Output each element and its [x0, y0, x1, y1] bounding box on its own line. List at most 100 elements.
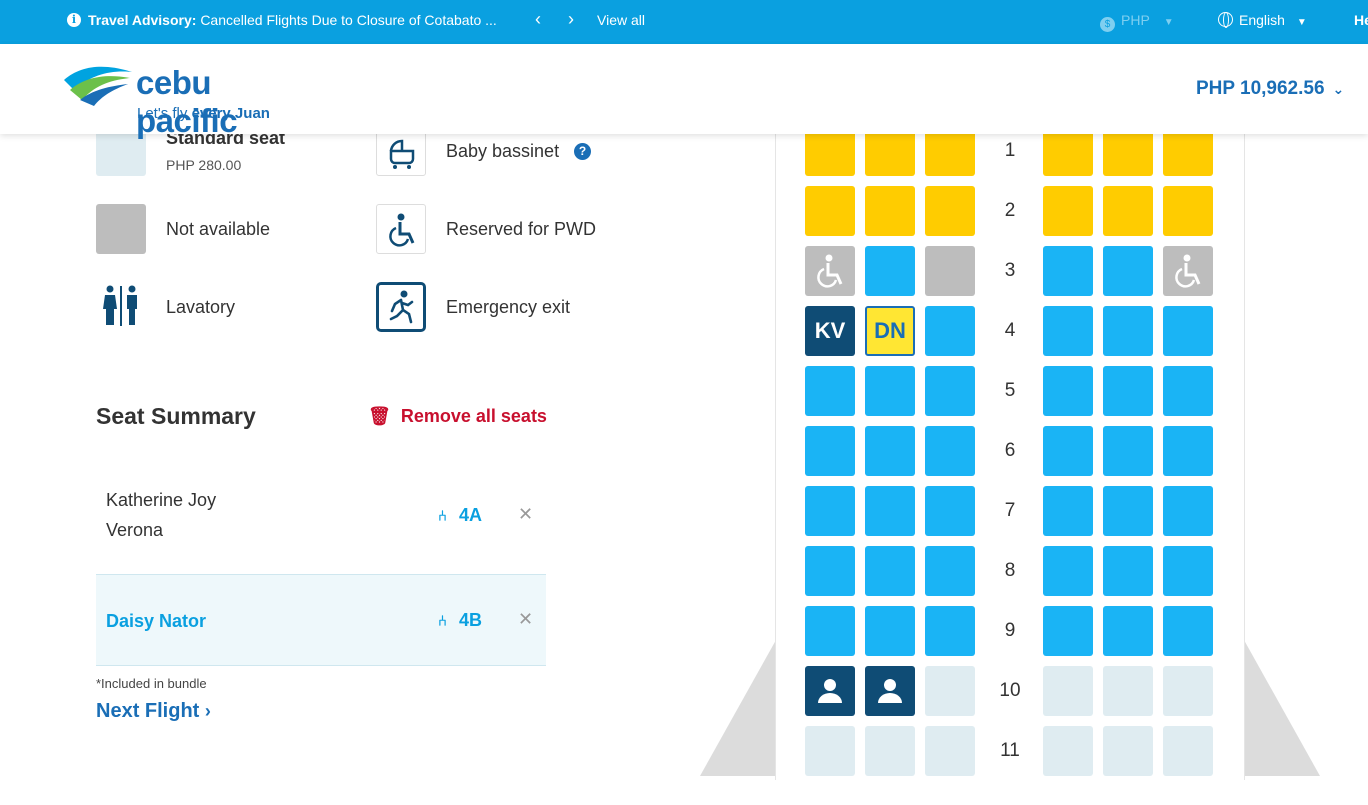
passenger-row[interactable]: Katherine Joy Verona ⑃ 4A ✕ [96, 470, 546, 574]
seat-4A[interactable]: KV [805, 306, 855, 356]
seat-7B[interactable] [865, 486, 915, 536]
seat-7E[interactable] [1103, 486, 1153, 536]
next-flight-label: Next Flight [96, 700, 200, 722]
seat-icon: ⑃ [438, 613, 448, 630]
seat-9B[interactable] [865, 606, 915, 656]
help-icon[interactable]: ? [574, 143, 591, 160]
tagline-bold: every Juan [191, 105, 270, 122]
seat-3B[interactable] [865, 246, 915, 296]
cebu-pacific-logo[interactable]: cebu pacific Let's fly every Juan [62, 54, 302, 139]
pwd-label: Reserved for PWD [446, 219, 597, 239]
remove-all-label: Remove all seats [400, 406, 547, 426]
passenger-name: Daisy Nator [106, 611, 207, 631]
seat-5E[interactable] [1103, 366, 1153, 416]
row-number: 11 [1000, 740, 1020, 761]
row-number: 6 [1004, 440, 1016, 461]
remove-all-seats-button[interactable]: 🗑 Remove all seats [368, 406, 547, 427]
row-number: 4 [1004, 320, 1016, 341]
seat-7D[interactable] [1043, 486, 1093, 536]
seat-5A[interactable] [805, 366, 855, 416]
chevron-left-icon[interactable]: ‹ [535, 9, 541, 30]
row-number: 2 [1004, 200, 1016, 221]
advisory-label: Travel Advisory: [88, 12, 197, 28]
seat-7A[interactable] [805, 486, 855, 536]
remove-seat-button[interactable]: ✕ [518, 609, 533, 630]
total-amount: PHP 10,962.56 [1196, 78, 1325, 99]
seat-11E[interactable] [1103, 726, 1153, 776]
row-number: 3 [1004, 260, 1016, 281]
seat-4E[interactable] [1103, 306, 1153, 356]
seat-4C[interactable] [925, 306, 975, 356]
seat-10F[interactable] [1163, 666, 1213, 716]
view-all-link[interactable]: View all [597, 12, 645, 28]
seat-9F[interactable] [1163, 606, 1213, 656]
seat-11B[interactable] [865, 726, 915, 776]
seat-6C[interactable] [925, 426, 975, 476]
seat-8C[interactable] [925, 546, 975, 596]
language-selector[interactable]: English ▼ [1218, 12, 1307, 28]
seat-6E[interactable] [1103, 426, 1153, 476]
seat-6A[interactable] [805, 426, 855, 476]
seat-10D[interactable] [1043, 666, 1093, 716]
seat-occupied-10A [805, 666, 855, 716]
seat-2F[interactable] [1163, 186, 1213, 236]
row-number: 1 [1004, 140, 1016, 161]
next-flight-link[interactable]: Next Flight › [96, 700, 211, 723]
language-label: English [1239, 12, 1285, 28]
exit-label: Emergency exit [446, 297, 571, 317]
currency-selector[interactable]: $ PHP ▼ [1100, 12, 1174, 32]
seat-11A[interactable] [805, 726, 855, 776]
seat-3C [925, 246, 975, 296]
seat-4D[interactable] [1043, 306, 1093, 356]
help-link[interactable]: He [1354, 12, 1368, 28]
seat-8D[interactable] [1043, 546, 1093, 596]
passenger-seat: ⑃ 4A [438, 505, 482, 526]
seat-5C[interactable] [925, 366, 975, 416]
seat-11D[interactable] [1043, 726, 1093, 776]
seat-9C[interactable] [925, 606, 975, 656]
seat-6B[interactable] [865, 426, 915, 476]
seat-11C[interactable] [925, 726, 975, 776]
emergency-exit-icon [376, 282, 426, 332]
seat-2A[interactable] [805, 186, 855, 236]
row-number: 10 [999, 680, 1021, 701]
seat-5F[interactable] [1163, 366, 1213, 416]
seat-2C[interactable] [925, 186, 975, 236]
seat-10C[interactable] [925, 666, 975, 716]
seat-6D[interactable] [1043, 426, 1093, 476]
seat-9D[interactable] [1043, 606, 1093, 656]
seat-10E[interactable] [1103, 666, 1153, 716]
seat-5D[interactable] [1043, 366, 1093, 416]
seat-9E[interactable] [1103, 606, 1153, 656]
seat-8A[interactable] [805, 546, 855, 596]
seat-5B[interactable] [865, 366, 915, 416]
advisory-link[interactable]: Travel Advisory: Cancelled Flights Due t… [88, 12, 497, 28]
remove-seat-button[interactable]: ✕ [518, 504, 533, 525]
booking-total[interactable]: PHP 10,962.56 ⌄ [1196, 78, 1344, 100]
seat-number: 4A [459, 505, 483, 525]
seat-11F[interactable] [1163, 726, 1213, 776]
seat-9A[interactable] [805, 606, 855, 656]
seat-2D[interactable] [1043, 186, 1093, 236]
caret-down-icon: ▼ [1163, 17, 1174, 28]
seat-8B[interactable] [865, 546, 915, 596]
passenger-row-selected[interactable]: Daisy Nator ⑃ 4B ✕ [96, 574, 546, 666]
seat-3D[interactable] [1043, 246, 1093, 296]
seat-2E[interactable] [1103, 186, 1153, 236]
seat-8F[interactable] [1163, 546, 1213, 596]
wheelchair-icon [389, 213, 415, 247]
logo-tagline: Let's fly every Juan [137, 105, 270, 122]
seat-6F[interactable] [1163, 426, 1213, 476]
seat-7C[interactable] [925, 486, 975, 536]
seat-icon: ⑃ [438, 508, 448, 525]
row-number: 8 [1004, 560, 1016, 581]
seat-8E[interactable] [1103, 546, 1153, 596]
advisory-bar: i Travel Advisory: Cancelled Flights Due… [0, 0, 1368, 44]
seat-7F[interactable] [1163, 486, 1213, 536]
seat-3E[interactable] [1103, 246, 1153, 296]
seat-2B[interactable] [865, 186, 915, 236]
chevron-down-icon: ⌄ [1332, 81, 1345, 97]
seat-4F[interactable] [1163, 306, 1213, 356]
seat-4B[interactable]: DN [865, 306, 915, 356]
chevron-right-icon[interactable]: › [568, 9, 574, 30]
